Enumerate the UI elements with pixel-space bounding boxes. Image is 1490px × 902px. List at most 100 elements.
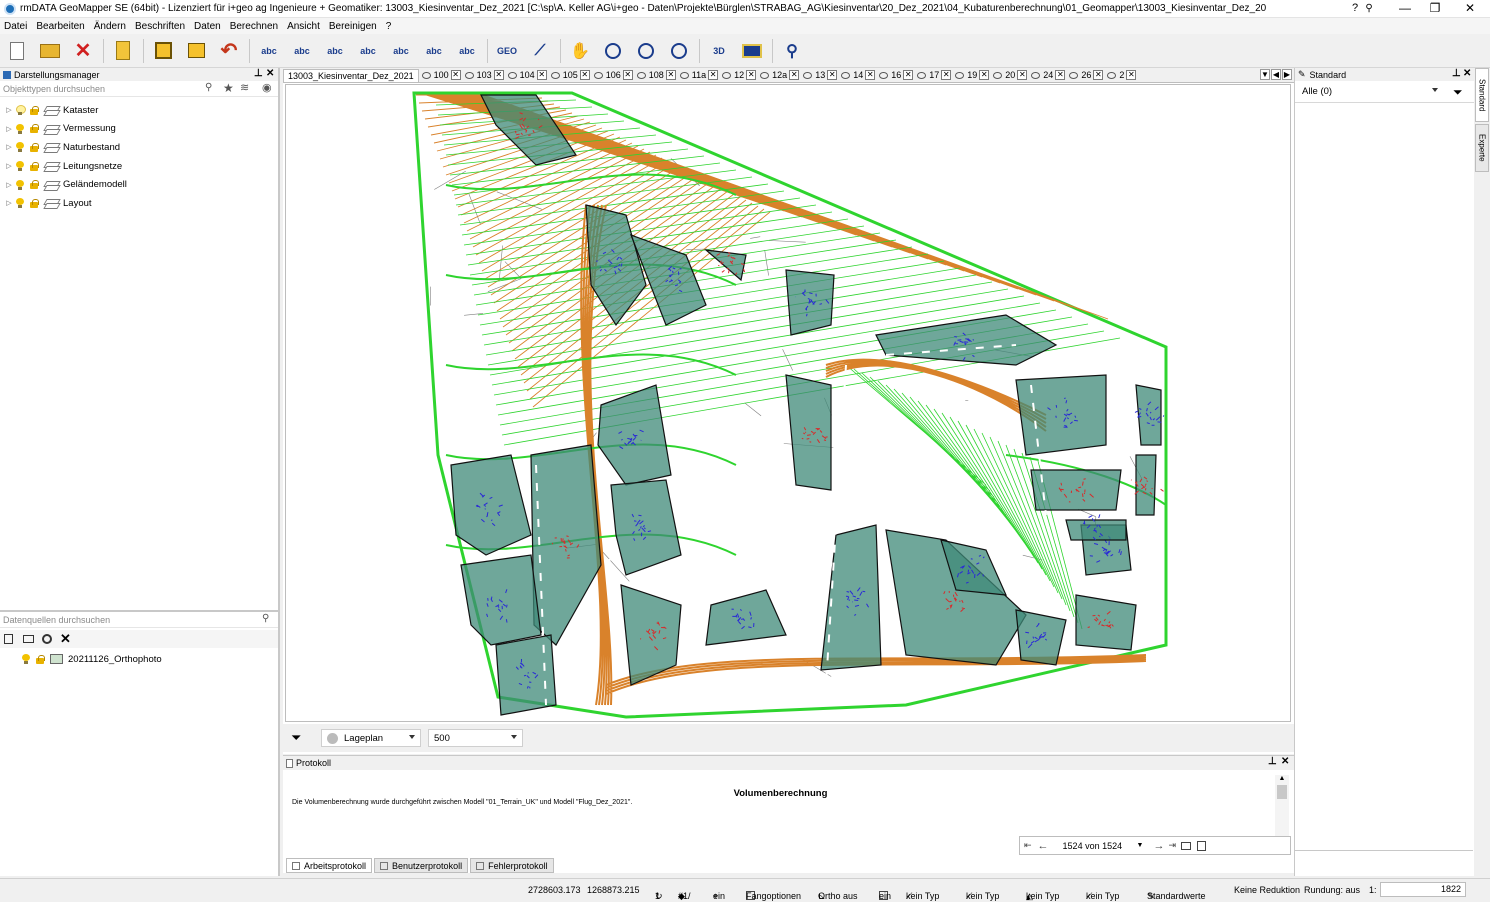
- lock-icon[interactable]: [29, 142, 39, 152]
- label-abc-2-icon[interactable]: abc: [289, 38, 315, 64]
- menu-ansicht[interactable]: Ansicht: [283, 21, 325, 32]
- lock-icon[interactable]: [29, 105, 39, 115]
- tab-view-19[interactable]: 19 ✕: [954, 69, 990, 82]
- first-page-icon[interactable]: ⇤: [1024, 840, 1032, 851]
- prev-page-icon[interactable]: ←: [1038, 840, 1049, 852]
- tab-close-icon[interactable]: ✕: [450, 70, 461, 80]
- pin-icon[interactable]: ⊥: [1268, 756, 1277, 768]
- visibility-bulb-icon[interactable]: [16, 105, 26, 116]
- tab-view-100[interactable]: 100 ✕: [421, 69, 462, 82]
- tab-close-icon[interactable]: ✕: [865, 70, 876, 80]
- panel-close-icon[interactable]: ✕: [266, 68, 274, 80]
- lock-icon[interactable]: [29, 161, 39, 171]
- tab-list-icon[interactable]: ▼: [1260, 69, 1270, 80]
- status-rundung[interactable]: Rundung: aus: [1304, 885, 1360, 895]
- tab-view-12a[interactable]: 12a ✕: [759, 69, 800, 82]
- tab-view-26[interactable]: 26 ✕: [1068, 69, 1104, 82]
- tab-close-icon[interactable]: ✕: [789, 70, 800, 80]
- minimize-button[interactable]: —: [1390, 0, 1420, 18]
- label-abc-7-icon[interactable]: abc: [454, 38, 480, 64]
- tab-close-icon[interactable]: ✕: [708, 70, 719, 80]
- side-tab-standard[interactable]: Standard: [1475, 68, 1489, 122]
- menu-aendern[interactable]: Ändern: [90, 21, 131, 32]
- tab-close-icon[interactable]: ✕: [1055, 70, 1066, 80]
- label-abc-4-icon[interactable]: abc: [355, 38, 381, 64]
- zoom-out-icon[interactable]: [633, 38, 659, 64]
- visibility-bulb-icon[interactable]: [16, 142, 24, 153]
- layer-row[interactable]: ▷ Layout: [0, 194, 278, 213]
- tab-close-icon[interactable]: ✕: [1126, 70, 1137, 80]
- restore-button[interactable]: ❐: [1420, 0, 1450, 18]
- tab-close-icon[interactable]: ✕: [1093, 70, 1104, 80]
- eye-icon[interactable]: ◉: [262, 81, 272, 94]
- layer-row[interactable]: ▷ Geländemodell: [0, 175, 278, 194]
- tab-close-icon[interactable]: ✕: [665, 70, 676, 80]
- project-book-icon[interactable]: [110, 38, 136, 64]
- menu-help[interactable]: ?: [382, 21, 397, 32]
- expand-icon[interactable]: ▷: [2, 125, 16, 133]
- status-reduktion[interactable]: Keine Reduktion: [1234, 885, 1300, 895]
- tab-view-108[interactable]: 108 ✕: [636, 69, 677, 82]
- tab-view-20[interactable]: 20 ✕: [992, 69, 1028, 82]
- layer-row[interactable]: ▷ Leitungsnetze: [0, 157, 278, 176]
- search-icon[interactable]: ⚲: [205, 82, 212, 93]
- tab-close-icon[interactable]: ✕: [903, 70, 914, 80]
- tab-close-icon[interactable]: ✕: [979, 70, 990, 80]
- datenquellen-search-input[interactable]: Datenquellen durchsuchen: [3, 615, 110, 625]
- undo-icon[interactable]: ↶: [216, 38, 242, 64]
- layer-row[interactable]: ▷ Vermessung: [0, 120, 278, 139]
- next-page-icon[interactable]: →: [1153, 840, 1164, 852]
- side-tab-experte[interactable]: Experte: [1475, 124, 1489, 172]
- 3d-icon[interactable]: 3D: [706, 38, 732, 64]
- object-filter-select[interactable]: Alle (0): [1297, 82, 1443, 101]
- panel-close-icon[interactable]: ✕: [1463, 68, 1471, 80]
- tab-next-icon[interactable]: ▶: [1282, 69, 1292, 80]
- tin-map[interactable]: [286, 85, 1292, 723]
- filter-icon[interactable]: ⏷: [1453, 85, 1463, 100]
- tab-close-icon[interactable]: ✕: [536, 70, 547, 80]
- label-abc-5-icon[interactable]: abc: [388, 38, 414, 64]
- export-icon[interactable]: [183, 38, 209, 64]
- menu-bearbeiten[interactable]: Bearbeiten: [32, 21, 89, 32]
- tab-prev-icon[interactable]: ◀: [1271, 69, 1281, 80]
- tab-view-106[interactable]: 106 ✕: [593, 69, 634, 82]
- visibility-bulb-icon[interactable]: [22, 654, 30, 665]
- tab-benutzerprotokoll[interactable]: Benutzerprotokoll: [374, 858, 469, 873]
- open-folder-icon[interactable]: [37, 38, 63, 64]
- open-folder-icon[interactable]: [23, 635, 34, 643]
- source-row[interactable]: 20211126_Orthophoto: [0, 650, 278, 669]
- scale-select[interactable]: 500: [428, 729, 523, 747]
- tab-close-icon[interactable]: ✕: [622, 70, 633, 80]
- wrench-icon[interactable]: ⚲: [779, 38, 805, 64]
- objekttypen-search-input[interactable]: Objekttypen durchsuchen: [3, 84, 105, 94]
- lock-icon[interactable]: [29, 124, 39, 134]
- tab-close-icon[interactable]: ✕: [579, 70, 590, 80]
- tab-view-13[interactable]: 13 ✕: [802, 69, 838, 82]
- new-source-icon[interactable]: [4, 634, 13, 644]
- tab-close-icon[interactable]: ✕: [941, 70, 952, 80]
- panel-close-icon[interactable]: ✕: [1281, 756, 1289, 768]
- print-icon[interactable]: [1181, 841, 1192, 850]
- tab-view-105[interactable]: 105 ✕: [550, 69, 591, 82]
- close-red-x-icon[interactable]: ✕: [70, 38, 96, 64]
- pin-icon[interactable]: ⊥: [254, 68, 263, 80]
- visibility-bulb-icon[interactable]: [16, 123, 24, 134]
- visibility-bulb-icon[interactable]: [16, 161, 24, 172]
- label-abc-6-icon[interactable]: abc: [421, 38, 447, 64]
- close-button[interactable]: ✕: [1455, 0, 1485, 18]
- last-page-icon[interactable]: ⇥: [1168, 840, 1176, 851]
- layer-row[interactable]: ▷ Naturbestand: [0, 138, 278, 157]
- pin-icon[interactable]: ⊥: [1452, 68, 1461, 80]
- tab-close-icon[interactable]: ✕: [1017, 70, 1028, 80]
- tab-close-icon[interactable]: ✕: [493, 70, 504, 80]
- label-abc-1-icon[interactable]: abc: [256, 38, 282, 64]
- zoom-icon[interactable]: [600, 38, 626, 64]
- expand-icon[interactable]: ▷: [2, 199, 16, 207]
- tab-view-24[interactable]: 24 ✕: [1030, 69, 1066, 82]
- menu-berechnen[interactable]: Berechnen: [226, 21, 283, 32]
- visibility-bulb-icon[interactable]: [16, 179, 24, 190]
- expand-icon[interactable]: ▷: [2, 162, 16, 170]
- expand-icon[interactable]: ▷: [2, 143, 16, 151]
- lock-icon[interactable]: [35, 654, 45, 664]
- menu-daten[interactable]: Daten: [190, 21, 226, 32]
